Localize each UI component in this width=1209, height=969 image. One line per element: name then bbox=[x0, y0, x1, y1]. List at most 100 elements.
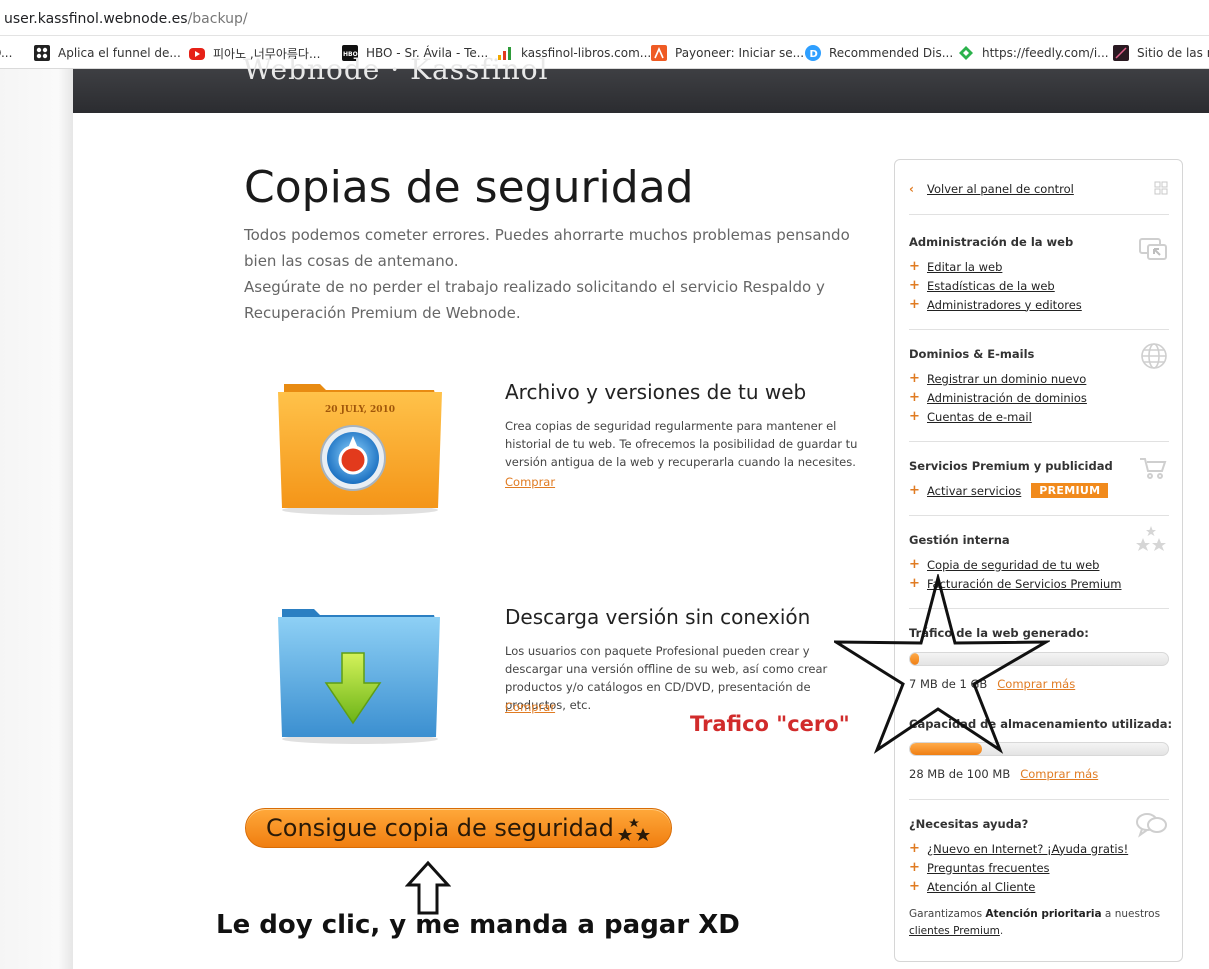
stars-icon bbox=[615, 817, 653, 855]
address-bar[interactable]: user.kassfinol.webnode.es/backup/ bbox=[0, 0, 1209, 36]
url-text[interactable]: user.kassfinol.webnode.es/backup/ bbox=[4, 11, 248, 27]
disqus-icon: D bbox=[805, 45, 821, 61]
plus-icon: + bbox=[909, 879, 920, 894]
sidebar-item-label: Preguntas frecuentes bbox=[927, 860, 1050, 875]
plus-icon: + bbox=[909, 860, 920, 875]
sidebar-item-label: Administración de dominios bbox=[927, 390, 1087, 405]
youtube-icon bbox=[189, 48, 205, 60]
feature-archive-title: Archivo y versiones de tu web bbox=[505, 380, 807, 404]
sidebar: ‹ Volver al panel de control Administrac… bbox=[894, 159, 1183, 962]
back-to-panel-link[interactable]: Volver al panel de control bbox=[927, 182, 1074, 196]
sidebar-item-stats[interactable]: + Estadísticas de la web bbox=[909, 278, 1055, 293]
bookmark-1[interactable]: Aplica el funnel de... bbox=[34, 44, 181, 62]
sidebar-item-label: Editar la web bbox=[927, 259, 1003, 274]
sidebar-item-label: Administradores y editores bbox=[927, 297, 1082, 312]
hand-drawn-star-icon bbox=[830, 572, 1052, 760]
sidebar-item-label: Activar servicios bbox=[927, 483, 1022, 498]
premium-clients-link[interactable]: clientes Premium bbox=[909, 925, 1000, 937]
section-title-internal: Gestión interna bbox=[909, 533, 1010, 547]
intro-text: Todos podemos cometer errores. Puedes ah… bbox=[244, 222, 864, 326]
sidebar-item-support[interactable]: + Atención al Cliente bbox=[909, 879, 1035, 894]
sidebar-item-email-accounts[interactable]: + Cuentas de e-mail bbox=[909, 409, 1032, 424]
bookmark-8[interactable]: Sitio de las no bbox=[1113, 44, 1209, 62]
section-title-domains: Dominios & E-mails bbox=[909, 347, 1035, 361]
plus-icon: + bbox=[909, 841, 920, 856]
annotation-traffic-note: Trafico "cero" bbox=[690, 712, 850, 736]
svg-text:D: D bbox=[810, 49, 818, 60]
divider bbox=[909, 329, 1169, 330]
plus-icon: + bbox=[909, 483, 920, 498]
intro-paragraph-2: Asegúrate de no perder el trabajo realiz… bbox=[244, 278, 825, 322]
feature-archive-desc: Crea copias de seguridad regularmente pa… bbox=[505, 419, 858, 469]
flower-icon bbox=[34, 45, 50, 61]
plus-icon: + bbox=[909, 259, 920, 274]
get-backup-label: Consigue copia de seguridad bbox=[266, 814, 614, 842]
storage-usage-text: 28 MB de 100 MB bbox=[909, 767, 1011, 781]
globe-icon bbox=[1140, 342, 1168, 374]
footer-bold: Atención prioritaria bbox=[985, 908, 1102, 920]
feature-offline-title: Descarga versión sin conexión bbox=[505, 605, 811, 629]
bookmark-7[interactable]: https://feedly.com/i... bbox=[958, 44, 1109, 62]
get-backup-button[interactable]: Consigue copia de seguridad bbox=[245, 808, 672, 848]
sidebar-item-edit-web[interactable]: + Editar la web bbox=[909, 259, 1002, 274]
premium-badge: PREMIUM bbox=[1031, 483, 1109, 498]
help-title: ¿Necesitas ayuda? bbox=[909, 817, 1029, 831]
sidebar-item-label: Cuentas de e-mail bbox=[927, 409, 1032, 424]
chevron-left-icon: ‹ bbox=[909, 182, 914, 196]
sidebar-item-backup[interactable]: + Copia de seguridad de tu web bbox=[909, 557, 1099, 572]
bookmarks-bar: O... Aplica el funnel de... 피아노 ,너무아름다..… bbox=[0, 36, 1209, 69]
sidebar-item-faq[interactable]: + Preguntas frecuentes bbox=[909, 860, 1050, 875]
bookmark-label: Payoneer: Iniciar se... bbox=[675, 46, 805, 60]
sidebar-item-label: Registrar un dominio nuevo bbox=[927, 371, 1087, 386]
divider bbox=[909, 441, 1169, 442]
page-title: Copias de seguridad bbox=[244, 162, 694, 213]
sidebar-item-label: Atención al Cliente bbox=[927, 879, 1036, 894]
sidebar-item-admins[interactable]: + Administradores y editores bbox=[909, 297, 1082, 312]
bookmark-label: Aplica el funnel de... bbox=[58, 46, 181, 60]
bookmark-label: Sitio de las no bbox=[1137, 46, 1209, 60]
grid-icon bbox=[1154, 180, 1168, 199]
page-gutter bbox=[0, 69, 73, 969]
screen: user.kassfinol.webnode.es/backup/ O... A… bbox=[0, 0, 1209, 969]
bookmark-label: https://feedly.com/i... bbox=[982, 46, 1109, 60]
footer-text: Garantizamos bbox=[909, 908, 986, 920]
site-header: Webnode · Kassfinol bbox=[73, 53, 1209, 113]
sidebar-item-register-domain[interactable]: + Registrar un dominio nuevo bbox=[909, 371, 1086, 386]
divider bbox=[909, 214, 1169, 215]
download-folder-icon bbox=[270, 605, 450, 749]
bookmark-label: O... bbox=[0, 46, 13, 60]
divider bbox=[909, 515, 1169, 516]
stars-icon bbox=[1134, 526, 1168, 558]
divider bbox=[909, 799, 1169, 800]
footer-text: . bbox=[999, 925, 1004, 937]
section-title-admin: Administración de la web bbox=[909, 235, 1074, 249]
section-title-premium: Servicios Premium y publicidad bbox=[909, 459, 1113, 473]
url-path: /backup/ bbox=[187, 11, 248, 27]
plus-icon: + bbox=[909, 557, 920, 572]
intro-paragraph-1: Todos podemos cometer errores. Puedes ah… bbox=[244, 226, 850, 270]
sidebar-item-label: Copia de seguridad de tu web bbox=[927, 557, 1100, 572]
plus-icon: + bbox=[909, 390, 920, 405]
folder-date-label: 20 JULY, 2010 bbox=[325, 405, 395, 415]
archive-folder-icon: 20 JULY, 2010 bbox=[270, 378, 450, 522]
storage-usage: 28 MB de 100 MB Comprar más bbox=[909, 767, 1098, 781]
cart-icon bbox=[1138, 456, 1168, 484]
bookmark-0[interactable]: O... bbox=[0, 44, 12, 62]
plus-icon: + bbox=[909, 409, 920, 424]
sidebar-item-label: ¿Nuevo en Internet? ¡Ayuda gratis! bbox=[927, 841, 1129, 856]
site-icon bbox=[1113, 45, 1129, 61]
buy-archive-link[interactable]: Comprar bbox=[505, 475, 555, 489]
sidebar-item-label: Estadísticas de la web bbox=[927, 278, 1055, 293]
chat-bubbles-icon bbox=[1134, 810, 1168, 844]
annotation-click-note: Le doy clic, y me manda a pagar XD bbox=[216, 910, 740, 940]
plus-icon: + bbox=[909, 278, 920, 293]
sidebar-item-free-help[interactable]: + ¿Nuevo en Internet? ¡Ayuda gratis! bbox=[909, 841, 1128, 856]
sidebar-item-domain-admin[interactable]: + Administración de dominios bbox=[909, 390, 1087, 405]
bookmark-5[interactable]: Payoneer: Iniciar se... bbox=[651, 44, 804, 62]
bookmark-6[interactable]: D Recommended Dis... bbox=[805, 44, 953, 62]
plus-icon: + bbox=[909, 297, 920, 312]
buy-more-storage-link[interactable]: Comprar más bbox=[1020, 767, 1098, 781]
buy-offline-link[interactable]: Comprar bbox=[505, 700, 555, 714]
sidebar-item-activate-services[interactable]: + Activar servicios PREMIUM bbox=[909, 483, 1109, 498]
sidebar-footer-note: Garantizamos Atención prioritaria a nues… bbox=[909, 906, 1171, 940]
